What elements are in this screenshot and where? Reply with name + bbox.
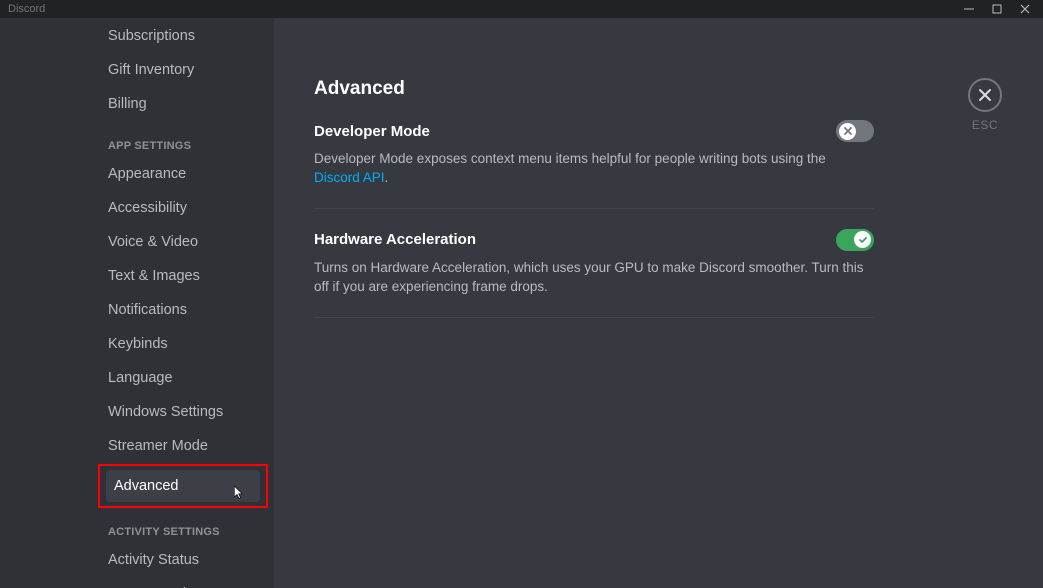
sidebar-item-label: Text & Images [108, 268, 200, 284]
sidebar-item-label: Gift Inventory [108, 62, 194, 78]
sidebar-item-label: Keybinds [108, 336, 168, 352]
setting-title: Hardware Acceleration [314, 231, 476, 248]
sidebar-item-voice-video[interactable]: Voice & Video [100, 226, 268, 258]
sidebar-item-label: Accessibility [108, 200, 187, 216]
sidebar-item-subscriptions[interactable]: Subscriptions [100, 20, 268, 52]
sidebar-item-label: Language [108, 370, 173, 386]
sidebar-item-language[interactable]: Language [100, 362, 268, 394]
sidebar-item-label: Activity Status [108, 552, 199, 568]
sidebar-item-label: Appearance [108, 166, 186, 182]
maximize-button[interactable] [983, 0, 1011, 18]
sidebar-item-label: Windows Settings [108, 404, 223, 420]
setting-description: Developer Mode exposes context menu item… [314, 150, 874, 188]
sidebar-item-windows-settings[interactable]: Windows Settings [100, 396, 268, 428]
sidebar-item-billing[interactable]: Billing [100, 88, 268, 120]
check-icon [858, 235, 868, 245]
setting-hardware-acceleration: Hardware Acceleration Turns on Hardware … [314, 229, 874, 318]
sidebar-item-accessibility[interactable]: Accessibility [100, 192, 268, 224]
close-settings-button[interactable] [968, 78, 1002, 112]
titlebar: Discord [0, 0, 1043, 18]
app-name: Discord [8, 3, 45, 15]
setting-title: Developer Mode [314, 123, 430, 140]
minimize-button[interactable] [955, 0, 983, 18]
close-label: ESC [967, 118, 1003, 132]
page-title: Advanced [314, 78, 874, 100]
sidebar-item-text-images[interactable]: Text & Images [100, 260, 268, 292]
sidebar-item-advanced[interactable]: Advanced [106, 470, 260, 502]
sidebar-item-activity-status[interactable]: Activity Status [100, 544, 268, 576]
desc-text: . [385, 170, 389, 185]
sidebar-item-streamer-mode[interactable]: Streamer Mode [100, 430, 268, 462]
close-icon [977, 87, 993, 103]
sidebar-item-label: Notifications [108, 302, 187, 318]
section-header-app-settings: APP SETTINGS [108, 122, 268, 156]
settings-content: Advanced Developer Mode Developer Mode e… [274, 18, 1043, 588]
toggle-knob [854, 231, 871, 248]
sidebar-item-gift-inventory[interactable]: Gift Inventory [100, 54, 268, 86]
close-column: ESC [967, 78, 1003, 132]
desc-text: Developer Mode exposes context menu item… [314, 151, 826, 166]
x-icon [843, 126, 853, 136]
discord-api-link[interactable]: Discord API [314, 170, 385, 185]
sidebar-item-label: Billing [108, 96, 147, 112]
sidebar-item-label: Subscriptions [108, 28, 195, 44]
highlight-annotation: Advanced [98, 464, 268, 508]
hardware-acceleration-toggle[interactable] [836, 229, 874, 251]
window-controls [955, 0, 1039, 18]
sidebar-item-label: Advanced [114, 478, 179, 494]
settings-sidebar: Subscriptions Gift Inventory Billing APP… [0, 18, 274, 588]
close-window-button[interactable] [1011, 0, 1039, 18]
sidebar-item-appearance[interactable]: Appearance [100, 158, 268, 190]
section-header-activity-settings: ACTIVITY SETTINGS [108, 508, 268, 542]
setting-developer-mode: Developer Mode Developer Mode exposes co… [314, 120, 874, 209]
sidebar-item-notifications[interactable]: Notifications [100, 294, 268, 326]
sidebar-item-keybinds[interactable]: Keybinds [100, 328, 268, 360]
developer-mode-toggle[interactable] [836, 120, 874, 142]
sidebar-item-game-overlay[interactable]: Game Overlay [100, 578, 268, 588]
sidebar-item-label: Streamer Mode [108, 438, 208, 454]
toggle-knob [839, 123, 856, 140]
sidebar-item-label: Voice & Video [108, 234, 198, 250]
setting-description: Turns on Hardware Acceleration, which us… [314, 259, 874, 297]
